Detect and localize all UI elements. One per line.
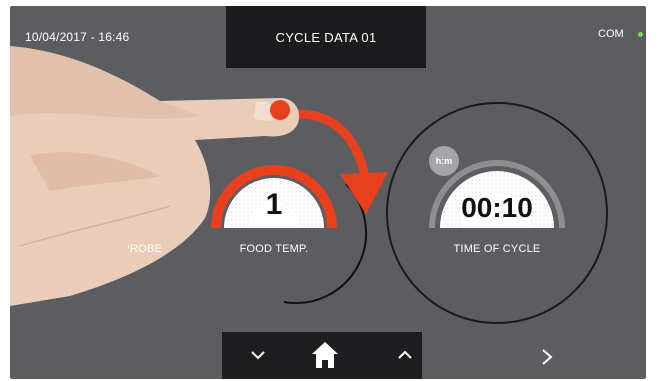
bottom-nav-bar xyxy=(222,332,422,379)
food-temp-value: 1 xyxy=(265,188,283,221)
rotate-arrowhead-icon xyxy=(340,172,388,214)
home-icon[interactable] xyxy=(310,340,340,370)
touch-point-indicator xyxy=(270,100,290,120)
time-unit-badge: h:m xyxy=(429,146,459,176)
food-temp-label: FOOD TEMP. xyxy=(239,243,309,255)
time-of-cycle-label: TIME OF CYCLE xyxy=(453,243,541,255)
chevron-up-icon[interactable] xyxy=(397,349,413,361)
chevron-right-icon[interactable] xyxy=(540,348,554,366)
dials-layer xyxy=(10,46,608,324)
chevron-down-icon[interactable] xyxy=(250,349,266,361)
rotate-arrow-icon xyxy=(291,109,370,178)
screen-panel: 10/04/2017 - 16:46 CYCLE DATA 01 COM 1 0… xyxy=(10,6,646,379)
time-of-cycle-value: 00:10 xyxy=(461,192,533,223)
